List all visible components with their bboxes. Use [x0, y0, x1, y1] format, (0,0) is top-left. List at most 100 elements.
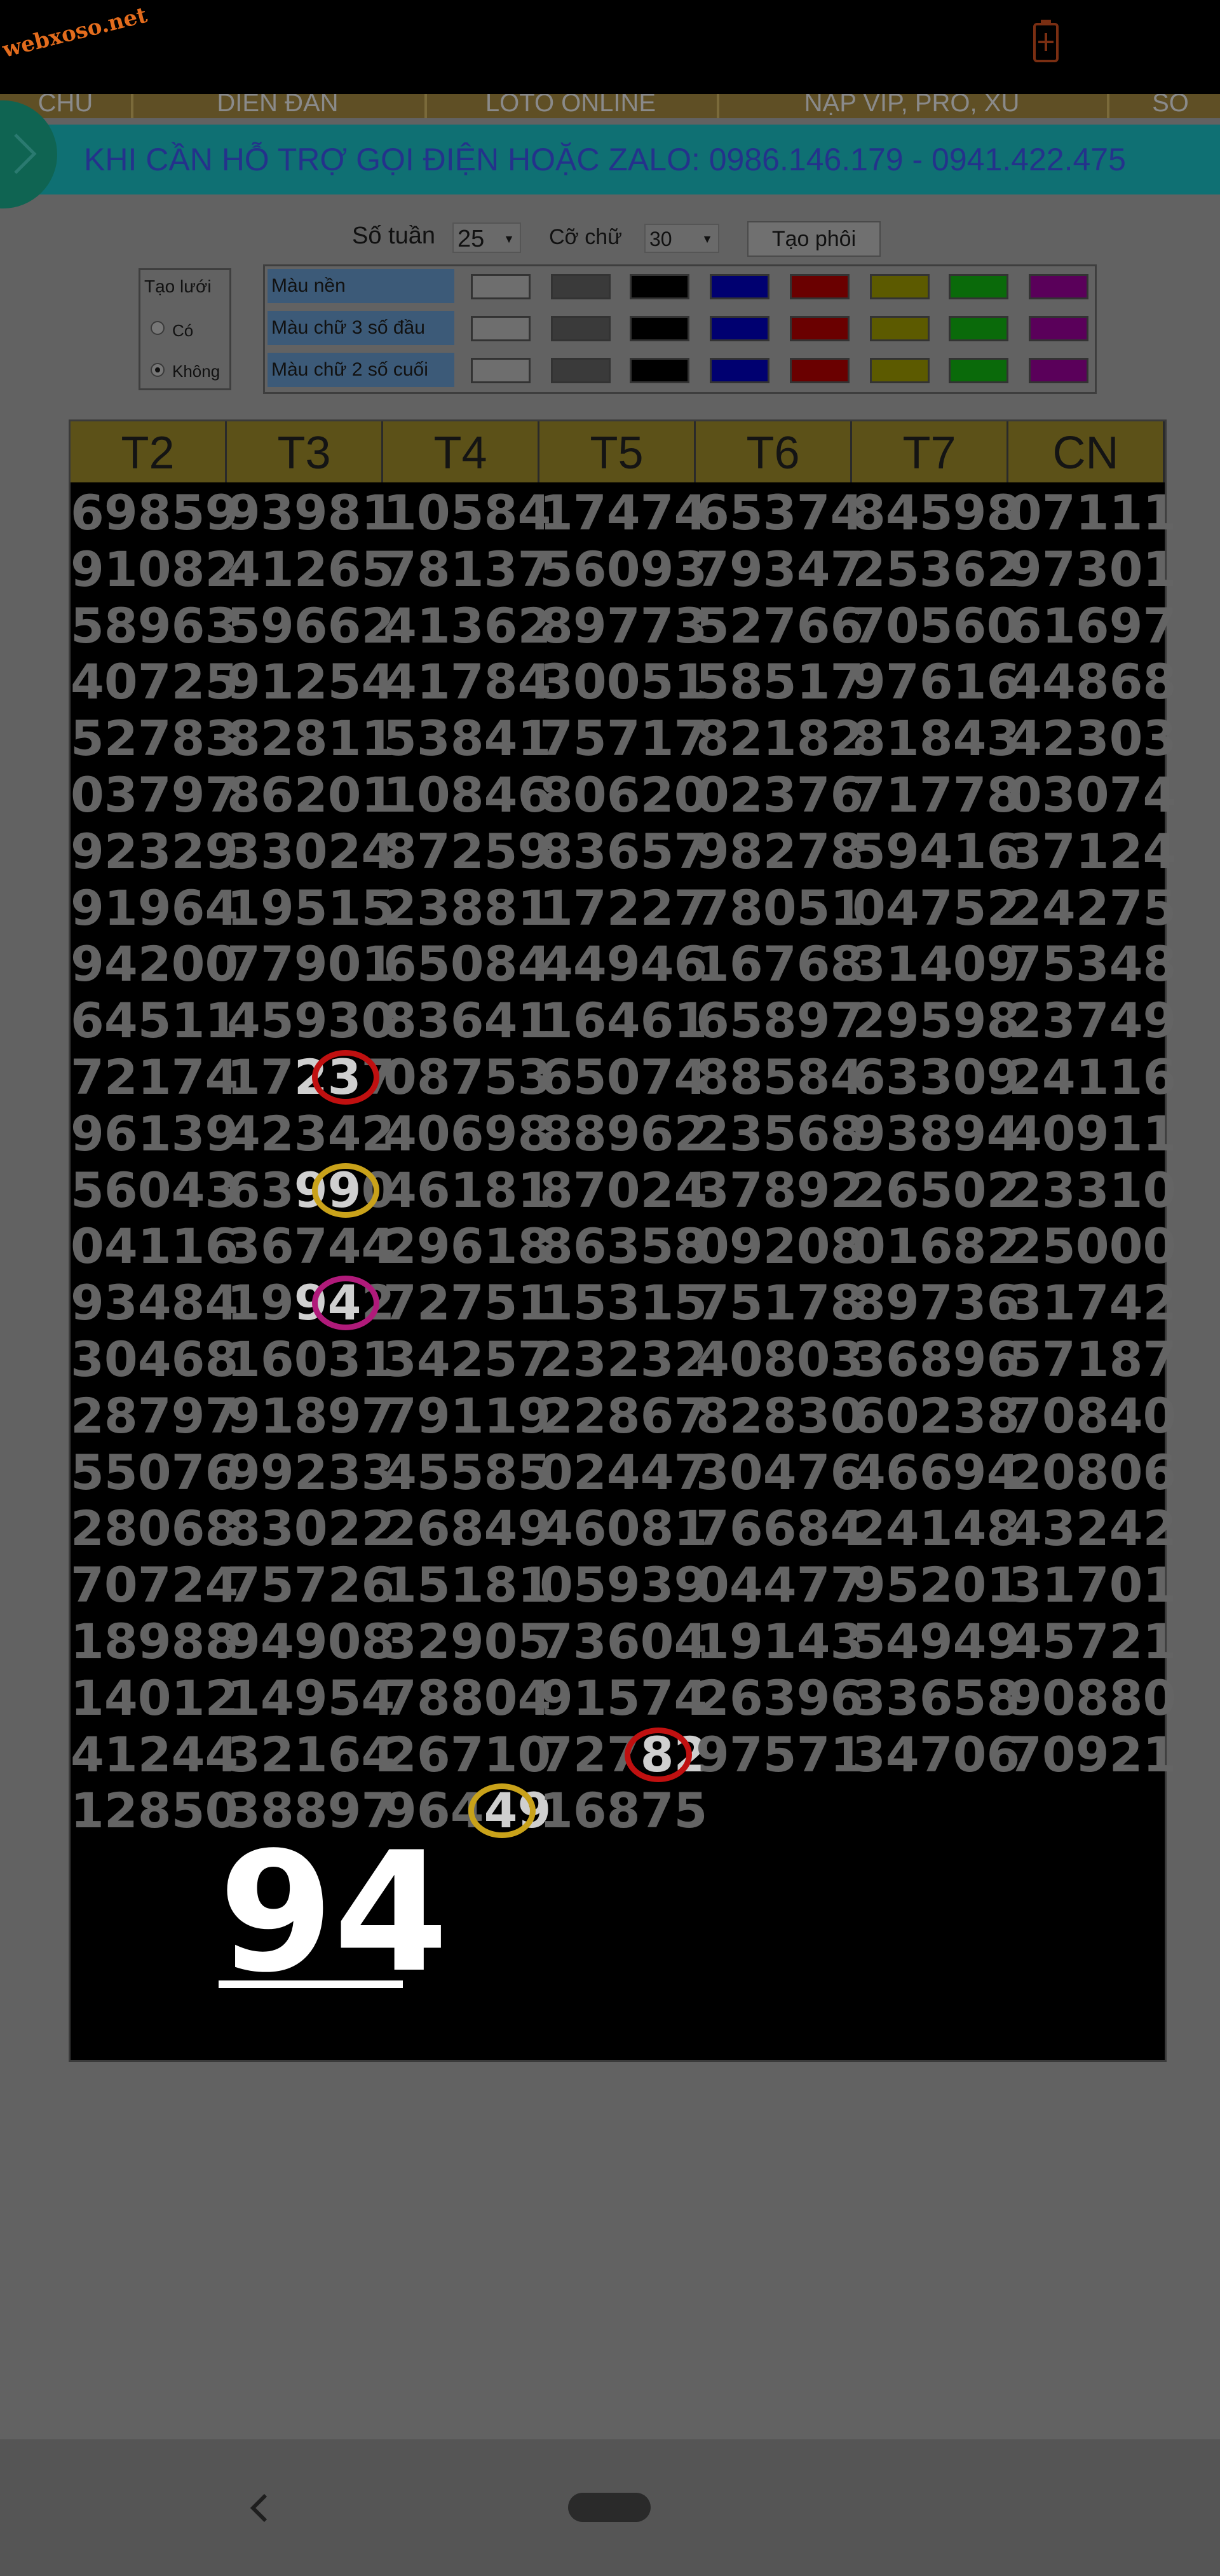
draw-number: 34257: [383, 1331, 552, 1387]
draw-number: 12850: [71, 1782, 239, 1839]
draw-number: 71778: [852, 767, 1020, 823]
draw-number: 10846: [383, 767, 552, 823]
draw-number: 65897: [696, 992, 864, 1049]
nav-item[interactable]: NẠP VIP, PRO, XU: [717, 94, 1109, 118]
draw-number: 34706: [852, 1726, 1020, 1783]
color-swatch[interactable]: [710, 274, 769, 299]
draw-number: 15181: [383, 1557, 552, 1614]
grid-yes-radio[interactable]: [151, 321, 165, 335]
color-swatch[interactable]: [710, 358, 769, 383]
color-swatch[interactable]: [870, 274, 930, 299]
color-settings-table: Màu nền Màu chữ 3 số đầu Màu chữ 2 số cuối: [263, 264, 1097, 394]
color-swatch[interactable]: [630, 358, 689, 383]
draw-number: 60238: [852, 1387, 1020, 1444]
draw-number: 84598: [852, 484, 1020, 541]
draw-number: 16768: [696, 936, 864, 993]
color-swatch[interactable]: [471, 358, 531, 383]
draw-number: 76684: [696, 1500, 864, 1557]
draw-number: 17474: [539, 484, 708, 541]
color-swatch[interactable]: [870, 358, 930, 383]
grid-no-radio[interactable]: [151, 363, 165, 377]
draw-number: 40725: [71, 653, 239, 711]
draw-number: 90880: [1008, 1669, 1177, 1726]
color-swatch[interactable]: [1029, 316, 1088, 341]
create-sheet-button[interactable]: Tạo phôi: [747, 221, 881, 257]
draw-number: 91897: [227, 1387, 395, 1444]
nav-item[interactable]: DIỄN ĐÀN: [131, 94, 427, 118]
color-swatch[interactable]: [949, 358, 1008, 383]
support-banner: KHI CẦN HỖ TRỢ GỌI ĐIỆN HOẶC ZALO: 0986.…: [0, 125, 1220, 194]
chevron-right-icon[interactable]: [6, 128, 44, 179]
draw-number: 70560: [852, 597, 1020, 654]
draw-number: 64511: [71, 992, 239, 1049]
nav-item[interactable]: SO: [1107, 94, 1220, 118]
draw-number: 32164: [227, 1726, 395, 1783]
draw-number: 05939: [539, 1557, 708, 1614]
color-swatch[interactable]: [1029, 358, 1088, 383]
weeks-select[interactable]: 25 ▼: [452, 222, 521, 253]
color-swatch[interactable]: [790, 358, 850, 383]
draw-number: 29598: [852, 992, 1020, 1049]
draw-number: 10584: [383, 484, 552, 541]
color-swatch[interactable]: [630, 316, 689, 341]
draw-number: 40911: [1008, 1105, 1177, 1162]
color-swatch[interactable]: [790, 316, 850, 341]
draw-number: 46081: [539, 1500, 708, 1557]
draw-number: 93981: [227, 484, 395, 541]
color-swatch[interactable]: [471, 274, 531, 299]
draw-number: 26396: [696, 1669, 864, 1726]
day-header: T3: [227, 421, 383, 482]
draw-number: 83657: [539, 822, 708, 880]
highlight-circle: [625, 1727, 692, 1782]
back-icon[interactable]: [241, 2489, 280, 2527]
nav-item[interactable]: LOTO ONLINE: [424, 94, 719, 118]
draw-number: 36744: [227, 1218, 395, 1275]
color-swatch[interactable]: [471, 316, 531, 341]
color-swatch[interactable]: [630, 274, 689, 299]
draw-number: 23568: [696, 1105, 864, 1162]
draw-number: 31742: [1008, 1274, 1177, 1332]
draw-number: 31701: [1008, 1557, 1177, 1614]
draw-number: 16461: [539, 992, 708, 1049]
draw-number: 52766: [696, 597, 864, 654]
draw-number: 69859: [71, 484, 239, 541]
draw-number: 17227: [539, 879, 708, 936]
draw-number: 56093: [539, 540, 708, 597]
color-swatch[interactable]: [949, 274, 1008, 299]
color-swatch[interactable]: [949, 316, 1008, 341]
color-swatch[interactable]: [551, 358, 611, 383]
draw-number: 24275: [1008, 879, 1177, 936]
color-swatch[interactable]: [551, 274, 611, 299]
draw-number: 23310: [1008, 1161, 1177, 1218]
dropdown-arrow-icon: ▼: [503, 233, 515, 245]
draw-number: 75178: [696, 1274, 864, 1332]
draw-number: 65084: [383, 936, 552, 993]
draw-number: 78051: [696, 879, 864, 936]
draw-number: 88584: [696, 1049, 864, 1105]
draw-number: 04752: [852, 879, 1020, 936]
grid-yes-label: Có: [172, 321, 194, 340]
draw-number: 93484: [71, 1274, 239, 1332]
color-swatch[interactable]: [1029, 274, 1088, 299]
draw-number: 23881: [383, 879, 552, 936]
day-header: CN: [1008, 421, 1165, 482]
color-swatch[interactable]: [870, 316, 930, 341]
color-swatch[interactable]: [551, 316, 611, 341]
draw-number: 26502: [852, 1161, 1020, 1218]
draw-number: 31409: [852, 936, 1020, 993]
draw-number: 91254: [227, 653, 395, 711]
lottery-board: T2 T3 T4 T5 T6 T7 CN 69859 93981 10584 17474 65374…: [69, 419, 1177, 2062]
draw-number: 75726: [227, 1557, 395, 1614]
draw-number: 37124: [1008, 822, 1177, 880]
draw-number: 09208: [696, 1218, 864, 1275]
draw-number: 41784: [383, 653, 552, 711]
color-swatch[interactable]: [710, 316, 769, 341]
grid-option-group: Tạo lưới Có Không: [139, 268, 231, 390]
font-size-select[interactable]: 30 ▼: [644, 224, 719, 253]
home-button[interactable]: [568, 2493, 651, 2522]
draw-number: 07111: [1008, 484, 1177, 541]
draw-number: 16875: [539, 1782, 708, 1839]
color-swatch[interactable]: [790, 274, 850, 299]
draw-number: 45585: [383, 1443, 552, 1501]
draw-number: 54949: [852, 1613, 1020, 1670]
